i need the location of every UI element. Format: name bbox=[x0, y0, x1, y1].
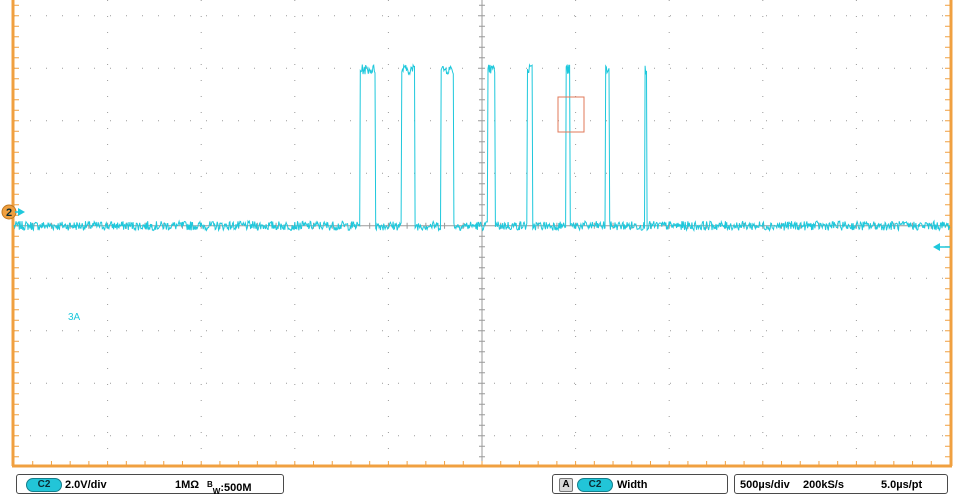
vertical-scale: 2.0V/div bbox=[65, 479, 107, 491]
math-label: 3A bbox=[68, 312, 81, 323]
timebase: 500µs/div bbox=[740, 479, 790, 491]
channel-info-box[interactable]: C2 2.0V/div 1MΩ BW:500M bbox=[16, 474, 284, 496]
resolution: 5.0µs/pt bbox=[881, 479, 923, 491]
input-impedance: 1MΩ bbox=[175, 479, 200, 491]
bandwidth-limit: BW:500M bbox=[207, 478, 252, 499]
measure-type: Width bbox=[617, 479, 648, 491]
measure-source-letter: A bbox=[559, 478, 573, 492]
status-bar: C2 2.0V/div 1MΩ BW:500M A C2 Width 500µs… bbox=[0, 474, 960, 496]
channel-badge[interactable]: C2 bbox=[26, 478, 62, 492]
waveform-background bbox=[0, 0, 960, 474]
bandwidth-value: :500M bbox=[220, 482, 252, 494]
channel-2-marker-label: 2 bbox=[6, 207, 12, 219]
timebase-box[interactable]: 500µs/div 200kS/s 5.0µs/pt bbox=[734, 474, 948, 494]
measure-channel-badge[interactable]: C2 bbox=[577, 478, 613, 492]
oscilloscope-screen: 2 3A bbox=[0, 0, 960, 474]
measurement-box[interactable]: A C2 Width bbox=[552, 474, 728, 494]
sample-rate: 200kS/s bbox=[803, 479, 844, 491]
